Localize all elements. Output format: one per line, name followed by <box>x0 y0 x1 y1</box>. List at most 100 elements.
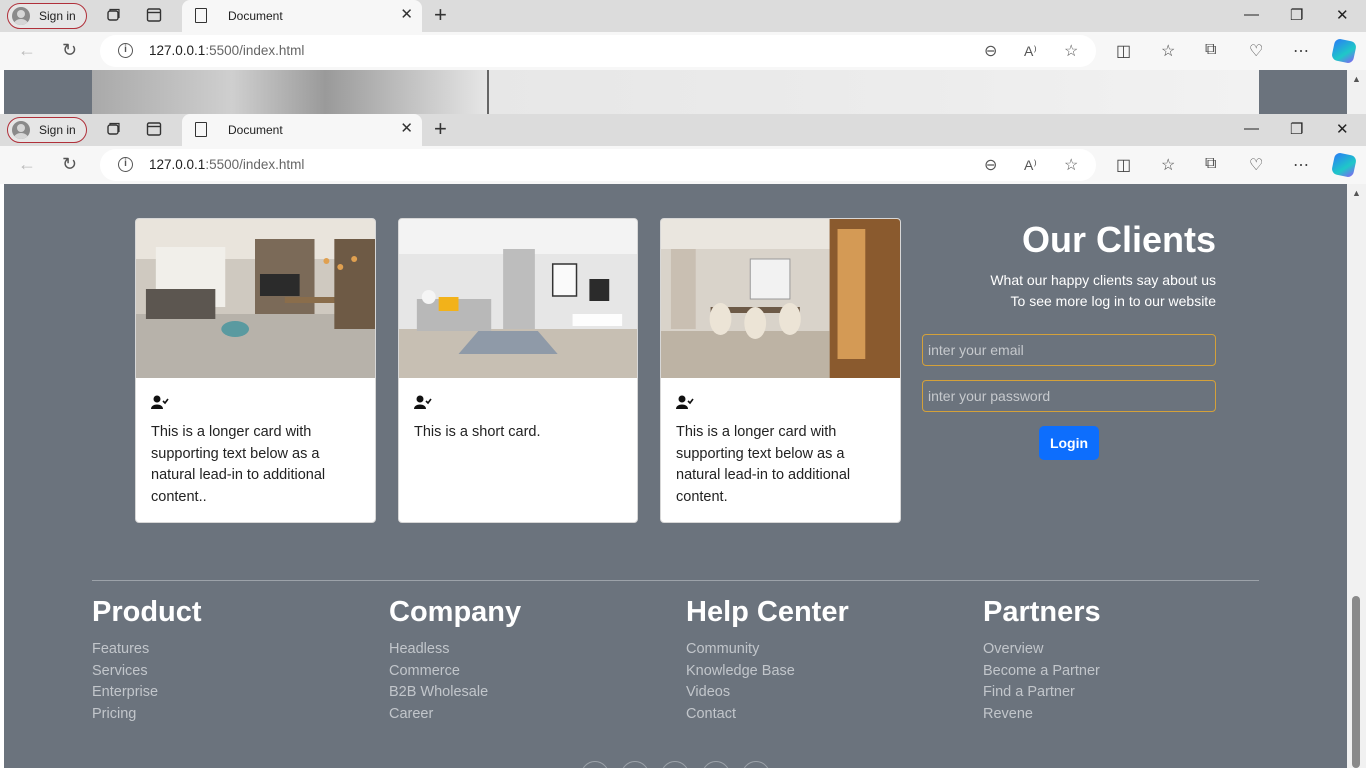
scrollbar-thumb[interactable] <box>1352 596 1360 768</box>
footer-heading: Partners <box>983 596 1101 628</box>
copilot-icon[interactable] <box>1330 37 1358 65</box>
social-icon[interactable] <box>621 761 649 768</box>
favorite-star-icon[interactable]: ☆ <box>1064 41 1078 61</box>
footer-link[interactable]: B2B Wholesale <box>389 682 521 704</box>
close-tab-icon[interactable]: ✕ <box>400 7 413 23</box>
clients-line-2: To see more log in to our website <box>1010 293 1216 309</box>
address-bar-row: ← ↻ i 127.0.0.1:5500/index.html ⊖ A⁾ ☆ ◫… <box>0 32 1366 70</box>
login-button[interactable]: Login <box>1039 426 1099 460</box>
card-3: This is a longer card with supporting te… <box>660 218 901 523</box>
footer-link[interactable]: Features <box>92 639 202 661</box>
favorites-icon[interactable]: ☆ <box>1161 155 1175 175</box>
zoom-out-icon[interactable]: ⊖ <box>984 155 997 175</box>
vertical-tabs-icon[interactable] <box>146 7 162 23</box>
url-host: 127.0.0.1 <box>149 157 206 172</box>
workspaces-icon[interactable] <box>105 7 121 23</box>
password-input[interactable] <box>923 381 1215 411</box>
sign-in-label: Sign in <box>39 123 76 137</box>
restore-icon[interactable]: ❐ <box>1290 6 1303 24</box>
clients-section: Our Clients What our happy clients say a… <box>922 218 1216 312</box>
footer-link[interactable]: Overview <box>983 639 1101 661</box>
clients-subtitle: What our happy clients say about us To s… <box>922 270 1216 312</box>
scrollbar[interactable]: ▲ <box>1347 184 1366 768</box>
social-icon[interactable] <box>702 761 730 768</box>
read-aloud-icon[interactable]: A⁾ <box>1024 43 1037 60</box>
footer-link[interactable]: Headless <box>389 639 521 661</box>
back-icon[interactable]: ← <box>18 40 36 61</box>
tab-strip: Sign in Document ✕ + — ❐ ✕ <box>0 0 1366 32</box>
site-info-icon[interactable]: i <box>118 157 133 172</box>
copilot-icon[interactable] <box>1330 151 1358 179</box>
favorite-star-icon[interactable]: ☆ <box>1064 155 1078 175</box>
address-bar-row-2: ← ↻ i 127.0.0.1:5500/index.html ⊖ A⁾ ☆ ◫… <box>0 146 1366 184</box>
url-path: :5500/index.html <box>205 43 305 58</box>
footer-link[interactable]: Career <box>389 704 521 726</box>
footer-link[interactable]: Videos <box>686 682 849 704</box>
sign-in-label: Sign in <box>39 9 76 23</box>
close-tab-icon[interactable]: ✕ <box>400 121 413 137</box>
scroll-up-icon[interactable]: ▲ <box>1352 74 1361 84</box>
document-icon <box>195 8 207 23</box>
more-menu-icon[interactable]: ⋯ <box>1293 41 1309 61</box>
social-icon[interactable] <box>742 761 770 768</box>
card-text: This is a short card. <box>414 424 541 440</box>
footer-heading: Product <box>92 596 202 628</box>
url-path: :5500/index.html <box>205 157 305 172</box>
restore-icon[interactable]: ❐ <box>1290 120 1303 138</box>
new-tab-icon[interactable]: + <box>434 118 447 140</box>
minimize-icon[interactable]: — <box>1244 6 1259 23</box>
scrollbar-top[interactable]: ▲ <box>1347 70 1366 114</box>
split-screen-icon[interactable]: ◫ <box>1116 41 1131 61</box>
social-icon[interactable] <box>581 761 609 768</box>
site-info-icon[interactable]: i <box>118 43 133 58</box>
collections-icon[interactable]: ⧉ <box>1205 155 1216 173</box>
card-2: This is a short card. <box>398 218 638 523</box>
footer-heading: Help Center <box>686 596 849 628</box>
email-input[interactable] <box>923 335 1215 365</box>
collections-icon[interactable]: ⧉ <box>1205 41 1216 59</box>
clients-line-1: What our happy clients say about us <box>990 272 1216 288</box>
new-tab-icon[interactable]: + <box>434 4 447 26</box>
sign-in-button-2[interactable]: Sign in <box>7 117 87 143</box>
email-field-wrapper <box>922 334 1216 366</box>
close-window-icon[interactable]: ✕ <box>1336 6 1349 24</box>
browser-tab-document[interactable]: Document ✕ <box>182 0 422 32</box>
footer-link[interactable]: Services <box>92 661 202 683</box>
card-1: This is a longer card with supporting te… <box>135 218 376 523</box>
footer-link[interactable]: Find a Partner <box>983 682 1101 704</box>
close-window-icon[interactable]: ✕ <box>1336 120 1349 138</box>
footer-link[interactable]: Become a Partner <box>983 661 1101 683</box>
footer-link[interactable]: Enterprise <box>92 682 202 704</box>
url-field-2[interactable]: i 127.0.0.1:5500/index.html ⊖ A⁾ ☆ <box>100 149 1096 181</box>
scroll-up-icon[interactable]: ▲ <box>1352 188 1361 198</box>
read-aloud-icon[interactable]: A⁾ <box>1024 157 1037 174</box>
footer-link[interactable]: Knowledge Base <box>686 661 849 683</box>
split-screen-icon[interactable]: ◫ <box>1116 155 1131 175</box>
refresh-icon[interactable]: ↻ <box>62 154 77 175</box>
footer-link[interactable]: Revene <box>983 704 1101 726</box>
card-text: This is a longer card with supporting te… <box>676 424 851 505</box>
footer-link[interactable]: Contact <box>686 704 849 726</box>
refresh-icon[interactable]: ↻ <box>62 40 77 61</box>
workspaces-icon[interactable] <box>105 121 121 137</box>
vertical-tabs-icon[interactable] <box>146 121 162 137</box>
hero-image <box>92 70 1259 114</box>
back-icon[interactable]: ← <box>18 154 36 175</box>
footer-divider <box>92 580 1259 581</box>
more-menu-icon[interactable]: ⋯ <box>1293 155 1309 175</box>
browser-essentials-icon[interactable]: ♡ <box>1249 155 1263 175</box>
browser-essentials-icon[interactable]: ♡ <box>1249 41 1263 61</box>
page-viewport: This is a longer card with supporting te… <box>4 184 1347 768</box>
footer-link[interactable]: Commerce <box>389 661 521 683</box>
url-field[interactable]: i 127.0.0.1:5500/index.html ⊖ A⁾ ☆ <box>100 35 1096 67</box>
sign-in-button[interactable]: Sign in <box>7 3 87 29</box>
favorites-icon[interactable]: ☆ <box>1161 41 1175 61</box>
footer-link[interactable]: Pricing <box>92 704 202 726</box>
minimize-icon[interactable]: — <box>1244 120 1259 137</box>
dining-room-photo <box>661 219 900 378</box>
zoom-out-icon[interactable]: ⊖ <box>984 41 997 61</box>
browser-tab-document-2[interactable]: Document ✕ <box>182 114 422 146</box>
footer-link[interactable]: Community <box>686 639 849 661</box>
social-icon[interactable] <box>661 761 689 768</box>
document-icon <box>195 122 207 137</box>
